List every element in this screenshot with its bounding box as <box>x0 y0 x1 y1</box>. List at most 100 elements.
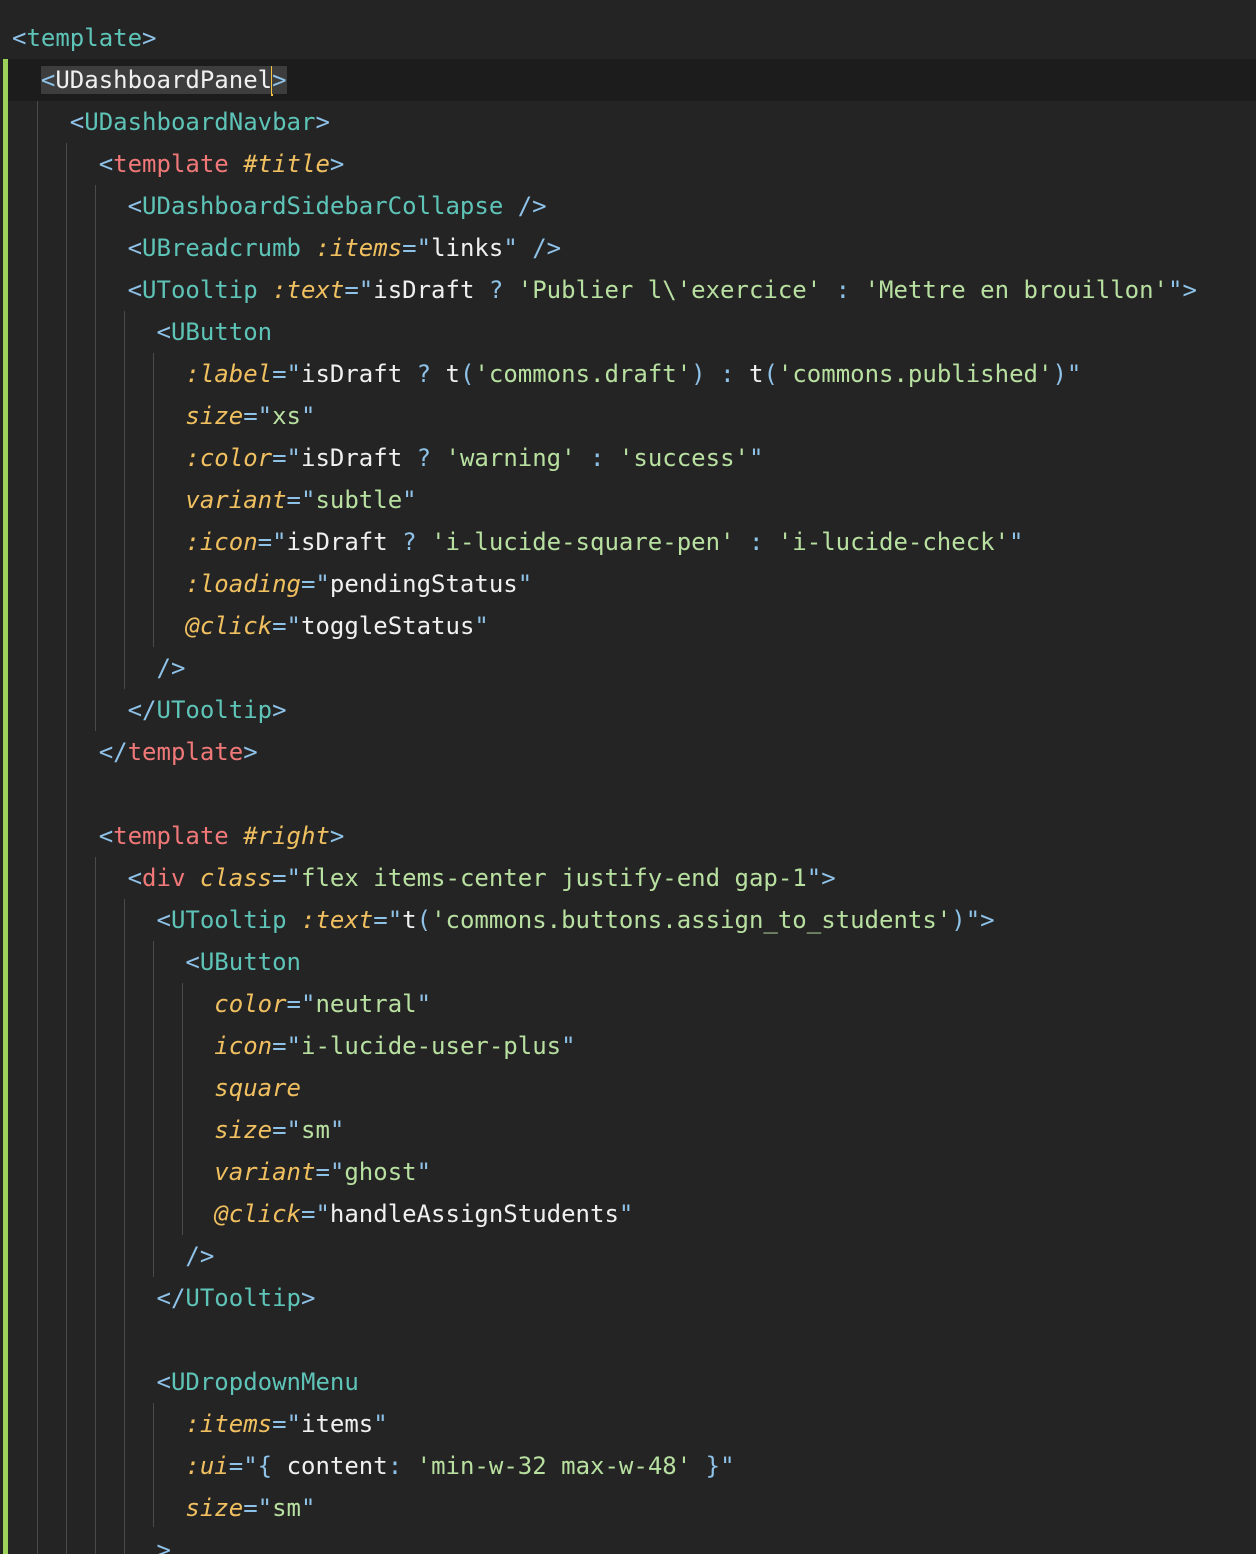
code-line-31[interactable]: </UTooltip> <box>12 1277 316 1319</box>
code-line-22[interactable]: <UTooltip :text="t('commons.buttons.assi… <box>12 899 995 941</box>
code-line-24[interactable]: color="neutral" <box>12 983 431 1025</box>
token-punct: /> <box>503 192 547 220</box>
token-punct: < <box>69 108 85 136</box>
token-expr: links <box>431 234 504 262</box>
code-line-13[interactable]: :icon="isDraft ? 'i-lucide-square-pen' :… <box>12 521 1023 563</box>
token-op: ? <box>474 276 518 304</box>
code-line-4[interactable]: <template #title> <box>12 143 345 185</box>
code-line-17[interactable]: </UTooltip> <box>12 689 287 731</box>
token-expr: toggleStatus <box>301 612 475 640</box>
code-line-18[interactable]: </template> <box>12 731 258 773</box>
token-punct: < <box>156 906 171 934</box>
token-func: t <box>445 360 460 388</box>
code-line-5[interactable]: <UDashboardSidebarCollapse /> <box>12 185 547 227</box>
code-line-11[interactable]: :color="isDraft ? 'warning' : 'success'" <box>12 437 763 479</box>
token-punct: < <box>127 192 143 220</box>
code-line-21[interactable]: <div class="flex items-center justify-en… <box>12 857 836 899</box>
token-op: ? <box>387 528 432 556</box>
selection-highlight: > <box>272 66 287 94</box>
code-line-25[interactable]: icon="i-lucide-user-plus" <box>12 1025 575 1067</box>
token-punct: ( <box>416 906 432 934</box>
token-punct: " <box>1066 360 1082 388</box>
token-punct: : <box>387 1452 417 1480</box>
code-line-36[interactable]: size="sm" <box>12 1487 315 1529</box>
token-punct: " <box>1168 276 1183 304</box>
token-attr: color <box>214 990 287 1018</box>
token-punct: " <box>301 402 316 430</box>
token-punct: " <box>748 444 764 472</box>
code-line-34[interactable]: :items="items" <box>12 1403 388 1445</box>
code-line-23[interactable]: <UButton <box>12 941 301 983</box>
token-punct: =" <box>286 486 316 514</box>
code-line-12[interactable]: variant="subtle" <box>12 479 416 521</box>
token-tag: UDropdownMenu <box>170 1368 359 1396</box>
token-punct: " <box>720 1452 735 1480</box>
token-tag: UDashboardSidebarCollapse <box>142 192 504 220</box>
token-string: 'success' <box>618 444 749 472</box>
code-line-35[interactable]: :ui="{ content: 'min-w-32 max-w-48' }" <box>12 1445 735 1487</box>
token-string: i-lucide-user-plus <box>301 1032 562 1060</box>
selection-highlight: <UDashboardPanel <box>40 66 273 94</box>
token-punct: " <box>806 864 822 892</box>
token-tag: UTooltip <box>170 906 287 934</box>
code-line-20[interactable]: <template #right> <box>12 815 345 857</box>
token-tag: UTooltip <box>142 276 258 304</box>
code-line-15[interactable]: @click="toggleStatus" <box>12 605 488 647</box>
code-line-8[interactable]: <UButton <box>12 311 273 353</box>
code-line-3[interactable]: <UDashboardNavbar> <box>12 101 330 143</box>
token-op: : <box>734 528 778 556</box>
token-punct: < <box>127 234 143 262</box>
token-punct: " <box>618 1200 634 1228</box>
token-punct: =" <box>272 1032 301 1060</box>
token-punct: < <box>156 318 171 346</box>
token-punct: ) <box>691 360 706 388</box>
token-punct: " <box>517 570 533 598</box>
token-string: 'i-lucide-check' <box>777 528 1010 556</box>
token-punct: ) <box>951 906 966 934</box>
token-tag: UTooltip <box>185 1284 301 1312</box>
code-line-29[interactable]: @click="handleAssignStudents" <box>12 1193 633 1235</box>
code-line-33[interactable]: <UDropdownMenu <box>12 1361 359 1403</box>
token-string: xs <box>272 402 301 430</box>
code-line-2[interactable]: <UDashboardPanel> <box>12 59 287 101</box>
token-tag: UBreadcrumb <box>142 234 301 262</box>
token-punct: < <box>127 864 143 892</box>
token-attr: :icon <box>185 528 258 556</box>
token-attr: variant <box>185 486 287 514</box>
token-punct: > <box>980 906 995 934</box>
token-attr: @click <box>185 612 273 640</box>
token-punct: /> <box>185 1242 215 1270</box>
token-punct: =" <box>272 1410 301 1438</box>
token-punct: =" <box>272 612 301 640</box>
token-punct: { <box>257 1452 287 1480</box>
code-line-27[interactable]: size="sm" <box>12 1109 344 1151</box>
token-punct: " <box>965 906 981 934</box>
code-line-10[interactable]: size="xs" <box>12 395 315 437</box>
token-string: 'commons.draft' <box>474 360 692 388</box>
token-attr: :text <box>272 276 345 304</box>
token-punct: =" <box>402 234 432 262</box>
token-punct: " <box>373 1410 388 1438</box>
code-line-26[interactable]: square <box>12 1067 301 1109</box>
token-string: 'i-lucide-square-pen' <box>431 528 735 556</box>
token-punct: < <box>156 1368 171 1396</box>
token-attr: square <box>214 1074 301 1102</box>
token-attr: #right <box>243 822 330 850</box>
code-line-6[interactable]: <UBreadcrumb :items="links" /> <box>12 227 562 269</box>
code-line-9[interactable]: :label="isDraft ? t('commons.draft') : t… <box>12 353 1081 395</box>
token-tag: UButton <box>199 948 301 976</box>
code-line-30[interactable]: /> <box>12 1235 214 1277</box>
code-line-37[interactable]: > <box>12 1529 171 1554</box>
token-attr: :label <box>185 360 273 388</box>
code-line-16[interactable]: /> <box>12 647 186 689</box>
token-punct: ( <box>459 360 475 388</box>
code-line-7[interactable]: <UTooltip :text="isDraft ? 'Publier l\'e… <box>12 269 1197 311</box>
code-line-1[interactable]: <template> <box>12 17 157 59</box>
code-line-14[interactable]: :loading="pendingStatus" <box>12 563 532 605</box>
code-line-28[interactable]: variant="ghost" <box>12 1151 431 1193</box>
token-string: flex items-center justify-end gap-1 <box>301 864 807 892</box>
code-editor[interactable]: <template> <UDashboardPanel> <UDashboard… <box>0 0 1256 1554</box>
token-punct: </ <box>127 696 157 724</box>
token-punct: > <box>1182 276 1197 304</box>
token-tag: UTooltip <box>156 696 273 724</box>
